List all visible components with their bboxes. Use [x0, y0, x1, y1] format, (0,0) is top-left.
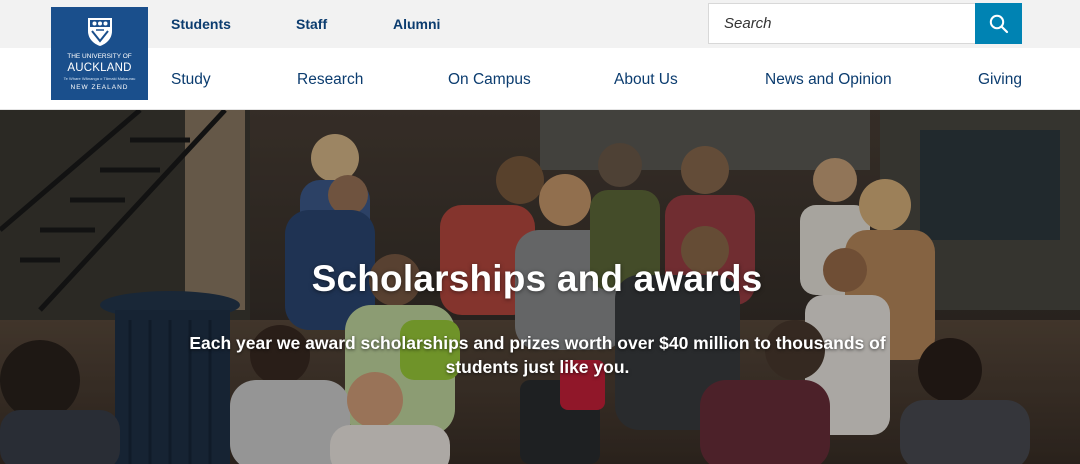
search-icon — [989, 14, 1008, 33]
university-crest-icon — [88, 18, 112, 46]
hero-banner: Scholarships and awards Each year we awa… — [0, 110, 1080, 464]
logo-line-2: AUCKLAND — [67, 62, 132, 74]
nav-about-us[interactable]: About Us — [614, 71, 678, 89]
main-nav: Study Research On Campus About Us News a… — [0, 48, 1080, 110]
utility-bar: Students Staff Alumni — [0, 0, 1080, 48]
nav-on-campus[interactable]: On Campus — [448, 71, 531, 89]
nav-research[interactable]: Research — [297, 71, 363, 89]
utility-link-alumni[interactable]: Alumni — [393, 16, 440, 32]
logo-line-1: THE UNIVERSITY OF — [67, 53, 132, 60]
utility-link-students[interactable]: Students — [171, 16, 231, 32]
logo-line-3: Te Whare Wānanga o Tāmaki Makaurau — [63, 76, 136, 81]
search-button[interactable] — [975, 3, 1022, 44]
logo-line-4: NEW ZEALAND — [70, 84, 129, 91]
hero-title: Scholarships and awards — [311, 258, 763, 299]
nav-news-and-opinion[interactable]: News and Opinion — [765, 71, 892, 89]
university-logo[interactable]: THE UNIVERSITY OF AUCKLAND Te Whare Wāna… — [51, 7, 148, 100]
nav-study[interactable]: Study — [171, 71, 211, 89]
search-input[interactable] — [708, 3, 976, 44]
nav-giving[interactable]: Giving — [978, 71, 1022, 89]
utility-link-staff[interactable]: Staff — [296, 16, 327, 32]
hero-subtitle: Each year we award scholarships and priz… — [189, 333, 886, 377]
